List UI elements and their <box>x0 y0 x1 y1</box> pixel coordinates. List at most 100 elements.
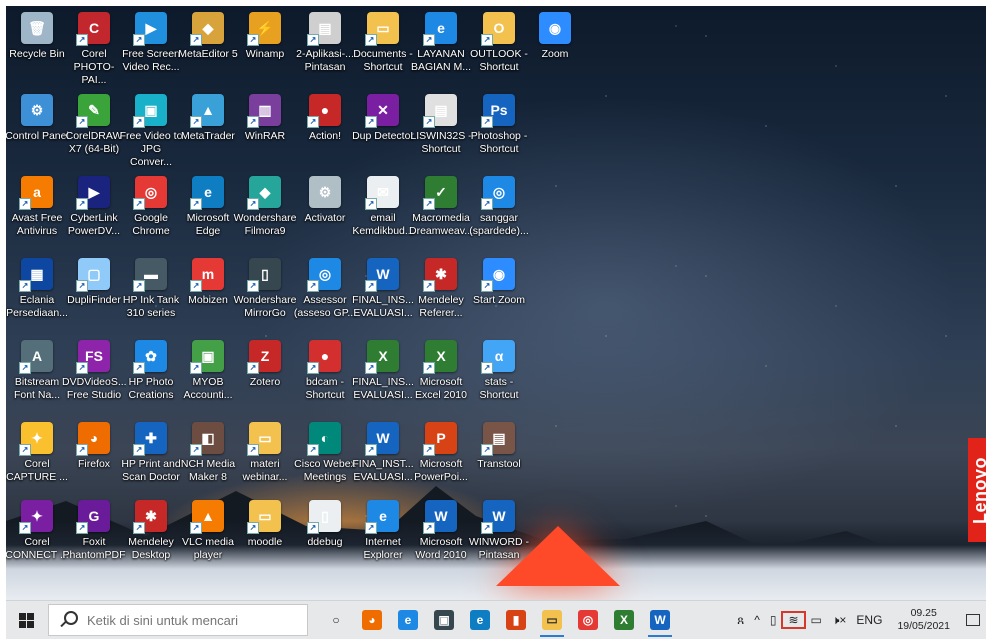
desktop-icon[interactable]: ✦ ↗ Corel CAPTURE ... <box>6 422 68 502</box>
desktop-icon[interactable]: ▶ ↗ Free Screen Video Rec... <box>120 12 182 92</box>
taskbar-app[interactable]: X <box>606 601 642 639</box>
desktop-icon[interactable]: ◆ ↗ Wondershare Filmora9 <box>234 176 296 256</box>
desktop-icon[interactable]: ▣ ↗ MYOB Accounti... <box>177 340 239 420</box>
desktop-icon[interactable]: ◧ ↗ NCH Media Maker 8 <box>177 422 239 502</box>
desktop-icon[interactable]: Z ↗ Zotero <box>234 340 296 420</box>
taskbar-app[interactable]: ▭ <box>534 601 570 639</box>
taskbar: ○ ◕ e ▣ e ▮ ▭ ◎ XW ጸ ^ ▯ ≋ ▭ 🕨× ENG 09.25 19/05/… <box>6 600 986 639</box>
app-icon: e ↗ <box>190 176 224 210</box>
desktop-icon[interactable]: ▤ ↗ LISWIN32S - Shortcut <box>410 94 472 174</box>
taskbar-app[interactable]: ◕ <box>354 601 390 639</box>
language-indicator[interactable]: ENG <box>851 613 887 627</box>
search-input[interactable] <box>85 611 299 629</box>
taskbar-app[interactable]: ▮ <box>498 601 534 639</box>
desktop-icon-label: MetaEditor 5 <box>178 48 238 60</box>
search-box[interactable] <box>48 604 308 636</box>
desktop-icon[interactable]: a ↗ Avast Free Antivirus <box>6 176 68 256</box>
people-icon[interactable]: ጸ <box>732 613 749 628</box>
speaker-muted-icon[interactable]: 🕨× <box>827 613 852 628</box>
desktop-icon[interactable]: Ps ↗ Photoshop - Shortcut <box>468 94 530 174</box>
desktop-icon[interactable]: ● ↗ Action! <box>294 94 356 174</box>
desktop-icon[interactable]: ⚡ ↗ Winamp <box>234 12 296 92</box>
desktop-icon-label: Microsoft Excel 2010 <box>415 376 467 401</box>
wifi-icon[interactable]: ≋ <box>781 611 806 629</box>
desktop-icon[interactable]: ▯ ↗ Wondershare MirrorGo <box>234 258 296 338</box>
desktop-icon[interactable]: ▭ ↗ moodle <box>234 500 296 580</box>
desktop-icon[interactable]: ✿ ↗ HP Photo Creations <box>120 340 182 420</box>
desktop-icon[interactable]: W ↗ FINAL_INS... EVALUASI... <box>352 258 414 338</box>
desktop-icon[interactable]: W ↗ FINA_INST... EVALUASI... <box>352 422 414 502</box>
desktop-icon[interactable]: ▯ ↗ ddebug <box>294 500 356 580</box>
desktop-icon[interactable]: ▤ ↗ 2-Aplikasi-... Pintasan <box>294 12 356 92</box>
desktop-icon[interactable]: m ↗ Mobizen <box>177 258 239 338</box>
desktop-icon[interactable]: α ↗ stats - Shortcut <box>468 340 530 420</box>
desktop-icon[interactable]: ✦ ↗ Corel CONNECT ... <box>6 500 69 580</box>
desktop-icon[interactable]: ◉ Zoom <box>524 12 586 92</box>
taskbar-app[interactable]: ▣ <box>426 601 462 639</box>
app-icon: ▤ ↗ <box>423 94 457 128</box>
desktop-icon[interactable]: ◎ ↗ Google Chrome <box>120 176 182 256</box>
desktop-icon[interactable]: W ↗ WINWORD - Pintasan <box>468 500 530 580</box>
desktop-icon[interactable]: ✕ ↗ Dup Detector <box>352 94 414 174</box>
desktop-icon[interactable]: ⚙ Activator <box>294 176 356 256</box>
desktop-icon[interactable]: O ↗ OUTLOOK - Shortcut <box>468 12 530 92</box>
desktop-icon[interactable]: ▭ ↗ materi webinar... <box>234 422 296 502</box>
app-icon: ● ↗ <box>307 340 341 374</box>
shortcut-arrow-icon: ↗ <box>190 362 202 374</box>
chevron-up-icon[interactable]: ^ <box>749 613 765 627</box>
shortcut-arrow-icon: ↗ <box>247 444 259 456</box>
taskbar-app[interactable]: ◎ <box>570 601 606 639</box>
battery-icon[interactable]: ▭ <box>806 613 827 627</box>
action-center-button[interactable] <box>960 601 986 639</box>
desktop-icon[interactable]: 🗑 Recycle Bin <box>6 12 68 92</box>
taskbar-app[interactable]: W <box>642 601 678 639</box>
desktop-icon[interactable]: ✱ ↗ Mendeley Referer... <box>410 258 472 338</box>
desktop-icon[interactable]: A ↗ Bitstream Font Na... <box>6 340 68 420</box>
start-button[interactable] <box>6 601 46 639</box>
desktop-icon[interactable]: ▦ ↗ Eclania Persediaan... <box>6 258 68 338</box>
app-icon: a ↗ <box>19 176 53 210</box>
desktop-icon[interactable]: ▬ ↗ HP Ink Tank 310 series <box>120 258 182 338</box>
desktop-icon[interactable]: G ↗ Foxit PhantomPDF <box>62 500 126 580</box>
desktop-icon[interactable]: C ↗ Corel PHOTO-PAI... <box>63 12 125 92</box>
desktop-icon[interactable]: X ↗ Microsoft Excel 2010 <box>410 340 472 420</box>
desktop-icon[interactable]: ◕ ↗ Firefox <box>63 422 125 502</box>
desktop-icon[interactable]: P ↗ Microsoft PowerPoi... <box>410 422 472 502</box>
desktop-icon[interactable]: ⚙ Control Panel <box>6 94 69 174</box>
desktop-icon[interactable]: ✓ ↗ Macromedia Dreamweav... <box>409 176 473 256</box>
desktop-icon[interactable]: ▣ ↗ Free Video to JPG Conver... <box>120 94 182 174</box>
desktop-icon[interactable]: e ↗ Internet Explorer <box>352 500 414 580</box>
desktop-icon[interactable]: X ↗ FINAL_INS... EVALUASI... <box>352 340 414 420</box>
app-icon: ◉ ↗ <box>481 258 515 292</box>
desktop-icon[interactable]: ◆ ↗ MetaEditor 5 <box>177 12 239 92</box>
desktop-icon[interactable]: ▲ ↗ MetaTrader <box>177 94 239 174</box>
desktop-icon[interactable]: ▥ ↗ WinRAR <box>234 94 296 174</box>
desktop-icon[interactable]: W ↗ Microsoft Word 2010 <box>410 500 472 580</box>
file-explorer-icon: ▭ <box>542 610 562 630</box>
desktop-icon[interactable]: ✚ ↗ HP Print and Scan Doctor <box>120 422 182 502</box>
taskbar-app[interactable]: e <box>390 601 426 639</box>
desktop-icon[interactable]: ▲ ↗ VLC media player <box>177 500 239 580</box>
clock[interactable]: 09.25 19/05/2021 <box>887 607 960 633</box>
desktop-icon[interactable]: ● ↗ bdcam - Shortcut <box>294 340 356 420</box>
desktop-icon[interactable]: e ↗ Microsoft Edge <box>177 176 239 256</box>
shortcut-arrow-icon: ↗ <box>133 522 145 534</box>
desktop-icon[interactable]: ◐ ↗ Cisco Webex Meetings <box>294 422 356 502</box>
desktop-icon[interactable]: ✱ ↗ Mendeley Desktop <box>120 500 182 580</box>
taskbar-app[interactable]: ○ <box>318 601 354 639</box>
desktop-icon[interactable]: ◎ ↗ Assessor (asseso GP... <box>294 258 356 338</box>
taskbar-app[interactable]: e <box>462 601 498 639</box>
desktop-icon[interactable]: ▶ ↗ CyberLink PowerDV... <box>63 176 125 256</box>
desktop-icon[interactable]: e ↗ LAYANAN BAGIAN M... <box>410 12 472 92</box>
desktop-icon[interactable]: ◎ ↗ sanggar (spardede)... <box>468 176 530 256</box>
desktop-icon[interactable]: ▭ ↗ Documents - Shortcut <box>352 12 414 92</box>
app-icon: ✦ ↗ <box>19 500 53 534</box>
desktop-icon[interactable]: ▢ ↗ DupliFinder <box>63 258 125 338</box>
desktop-icon[interactable]: ✉ ↗ email Kemdikbud... <box>352 176 414 256</box>
desktop-icon[interactable]: FS ↗ DVDVideoS... Free Studio <box>62 340 126 420</box>
device-icon[interactable]: ▯ <box>765 613 782 627</box>
desktop-icon-label: Start Zoom <box>473 294 525 306</box>
desktop-icon[interactable]: ◉ ↗ Start Zoom <box>468 258 530 338</box>
desktop-icon[interactable]: ▤ ↗ Transtool <box>468 422 530 502</box>
desktop-icon[interactable]: ✎ ↗ CorelDRAW X7 (64-Bit) <box>63 94 125 174</box>
